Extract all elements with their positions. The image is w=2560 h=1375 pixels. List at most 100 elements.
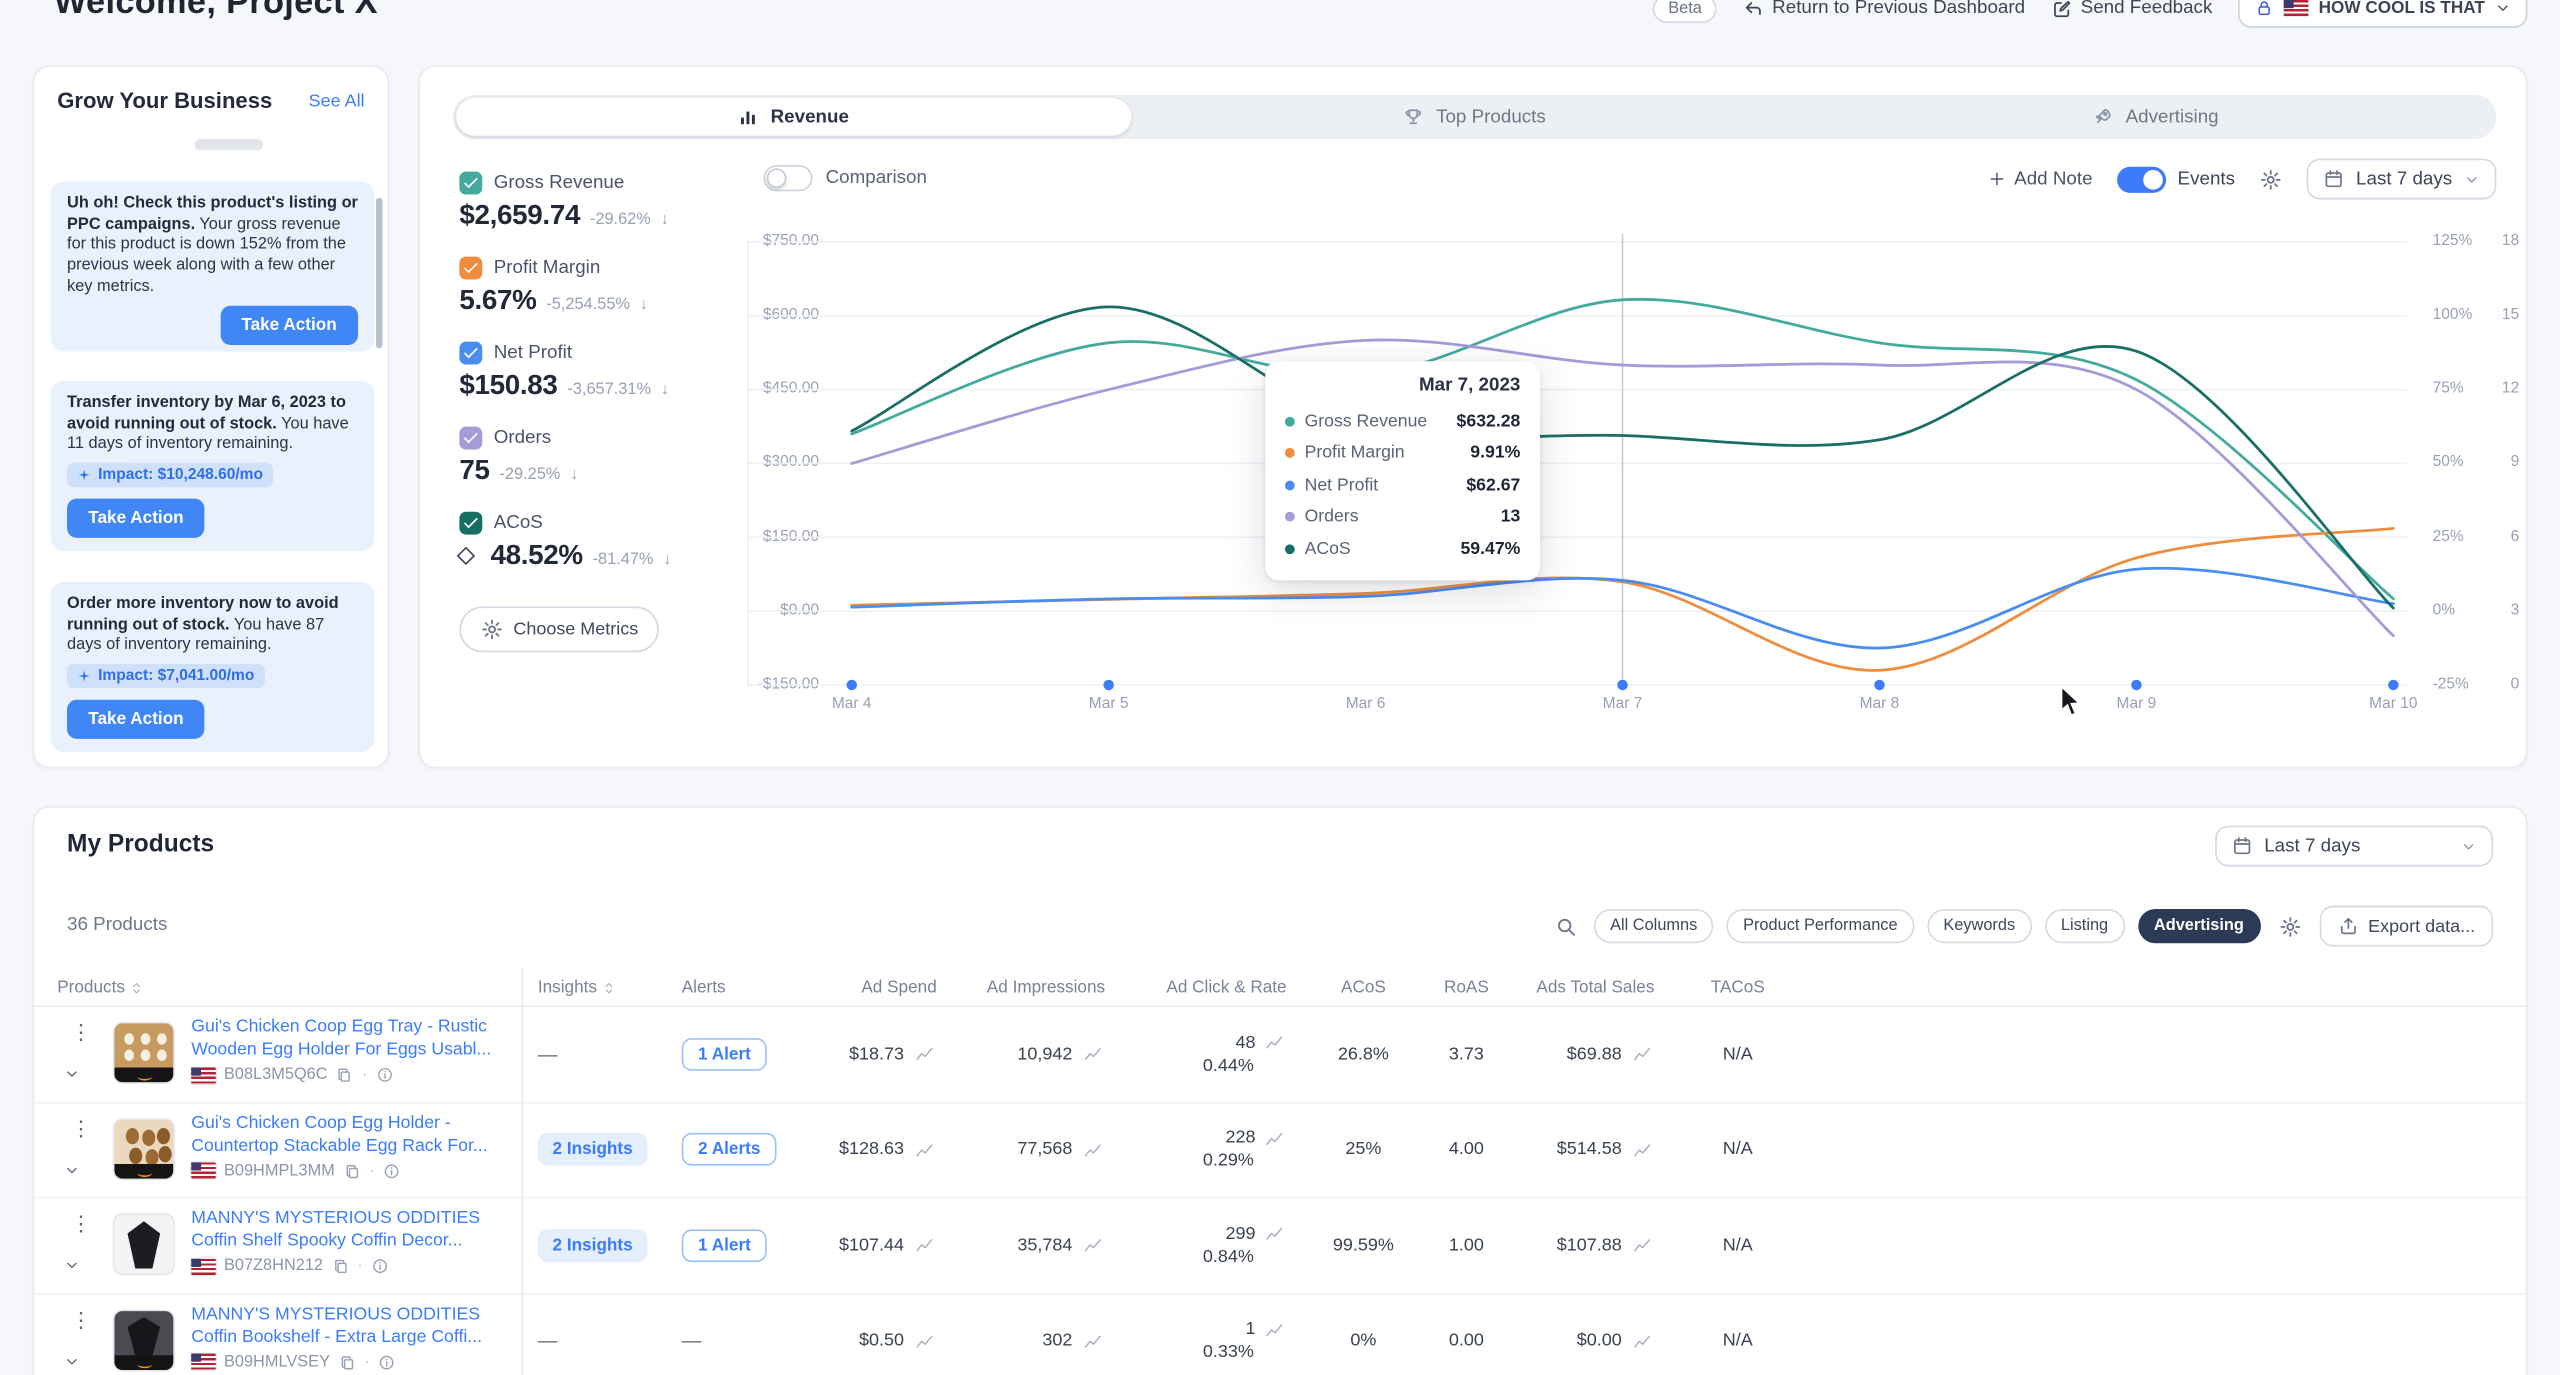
events-control: Events	[2117, 165, 2235, 193]
revenue-line-chart[interactable]	[747, 231, 2414, 708]
filter-chip-product-performance[interactable]: Product Performance	[1726, 908, 1914, 944]
send-feedback-button[interactable]: Send Feedback	[2051, 0, 2212, 19]
products-date-range-select[interactable]: Last 7 days	[2215, 825, 2494, 867]
tooltip-metric-label: Gross Revenue	[1304, 411, 1428, 432]
calendar-icon	[2232, 835, 2253, 856]
ad-click-rate-cell: 228 0.29%	[1123, 1103, 1286, 1197]
column-header-ad-impressions[interactable]: Ad Impressions	[942, 968, 1105, 1007]
product-row: ⋮ MANNY'S MYSTERIOUS ODDITIES Coffin Shelf…	[34, 1198, 2526, 1294]
copy-icon[interactable]	[343, 1162, 361, 1180]
take-action-button[interactable]: Take Action	[67, 498, 205, 538]
column-header-products[interactable]: Products	[57, 968, 144, 1007]
us-flag-icon	[191, 1257, 216, 1275]
product-name-link[interactable]: MANNY'S MYSTERIOUS ODDITIES Coffin Booksh…	[191, 1302, 526, 1349]
insights-badge[interactable]: 2 Insights	[537, 1228, 648, 1262]
recommendation-text: Transfer inventory by Mar 6, 2023 to avo…	[67, 394, 358, 456]
take-action-button[interactable]: Take Action	[220, 306, 359, 346]
trend-line-icon	[1262, 1129, 1287, 1147]
info-icon[interactable]	[376, 1066, 394, 1084]
copy-icon[interactable]	[338, 1353, 356, 1371]
copy-icon[interactable]	[331, 1257, 349, 1275]
column-label: TACoS	[1710, 977, 1765, 998]
chart-date-range-select[interactable]: Last 7 days	[2306, 158, 2497, 200]
row-menu-button[interactable]: ⋮	[70, 1022, 91, 1043]
product-name-link[interactable]: Gui's Chicken Coop Egg Tray - Rustic Wood…	[191, 1015, 526, 1062]
chart-settings-gear-icon[interactable]	[2260, 168, 2283, 191]
product-name-link[interactable]: MANNY'S MYSTERIOUS ODDITIES Coffin Shelf …	[191, 1206, 526, 1253]
tooltip-row: Gross Revenue $632.28	[1284, 405, 1520, 437]
info-icon[interactable]	[383, 1162, 401, 1180]
take-action-button[interactable]: Take Action	[67, 699, 205, 740]
grow-scrollbar[interactable]	[376, 197, 383, 349]
column-header-alerts[interactable]: Alerts	[682, 968, 726, 1007]
copy-icon[interactable]	[336, 1066, 354, 1084]
add-note-label: Add Note	[2014, 169, 2093, 189]
tooltip-metric-label: ACoS	[1304, 539, 1351, 559]
see-all-link[interactable]: See All	[309, 91, 365, 111]
tab-revenue[interactable]: Revenue	[456, 98, 1131, 136]
trend-line-icon	[1081, 1332, 1106, 1350]
metric-checkbox[interactable]	[459, 341, 483, 365]
column-header-tacos[interactable]: TACoS	[1689, 968, 1787, 1007]
metric-checkbox[interactable]	[459, 511, 483, 535]
alerts-badge[interactable]: 1 Alert	[681, 1228, 768, 1262]
chart-tabbar: Revenue Top Products Advertising	[452, 94, 2497, 139]
return-link-label: Return to Previous Dashboard	[1772, 0, 2026, 18]
filter-chip-listing[interactable]: Listing	[2044, 908, 2125, 944]
tab-label: Advertising	[2125, 107, 2219, 127]
filter-chip-all-columns[interactable]: All Columns	[1593, 908, 1714, 944]
info-icon[interactable]	[371, 1257, 389, 1275]
choose-metrics-button[interactable]: Choose Metrics	[459, 606, 660, 653]
expand-row-button[interactable]	[64, 1157, 80, 1186]
insights-badge[interactable]: 2 Insights	[537, 1133, 648, 1167]
tab-advertising[interactable]: Advertising	[1818, 98, 2493, 136]
tacos-cell: N/A	[1689, 1007, 1787, 1101]
column-header-insights[interactable]: Insights	[538, 968, 617, 1007]
locale-dropdown[interactable]: HOW COOL IS THAT	[2238, 0, 2528, 28]
comparison-toggle[interactable]	[763, 165, 813, 192]
metric-checkbox[interactable]	[459, 426, 483, 450]
gear-icon	[481, 618, 504, 641]
trophy-icon	[1403, 106, 1424, 127]
product-name-line2: Coffin Shelf Spooky Coffin Decor...	[191, 1231, 463, 1252]
column-header-ad-click-rate[interactable]: Ad Click & Rate	[1123, 968, 1286, 1007]
column-label: Ad Impressions	[986, 977, 1106, 998]
column-header-ad-spend[interactable]: Ad Spend	[773, 968, 936, 1007]
expand-row-button[interactable]	[64, 1061, 80, 1090]
row-menu-button[interactable]: ⋮	[70, 1213, 91, 1234]
info-icon[interactable]	[378, 1353, 396, 1371]
row-menu-button[interactable]: ⋮	[70, 1117, 91, 1138]
column-header-ads-total-sales[interactable]: Ads Total Sales	[1491, 968, 1654, 1007]
grow-header: Grow Your Business See All	[34, 67, 387, 123]
tooltip-date: Mar 7, 2023	[1418, 376, 1521, 396]
row-menu-button[interactable]: ⋮	[70, 1309, 91, 1330]
down-arrow-icon: ↓	[663, 550, 672, 569]
metric-checkbox[interactable]	[459, 171, 483, 195]
trend-line-icon	[912, 1141, 937, 1159]
tacos-cell: N/A	[1689, 1103, 1787, 1197]
table-settings-gear-icon[interactable]	[2278, 915, 2301, 938]
alerts-badge[interactable]: 1 Alert	[681, 1037, 768, 1071]
trend-line-icon	[1630, 1045, 1655, 1063]
alerts-badge[interactable]: 2 Alerts	[681, 1133, 777, 1167]
column-header-acos[interactable]: ACoS	[1314, 968, 1412, 1007]
tab-top-products[interactable]: Top Products	[1137, 98, 1812, 136]
tooltip-metric-label: Orders	[1304, 507, 1359, 527]
tooltip-metric-value: 59.47%	[1460, 539, 1521, 559]
metric-profit-margin: Profit Margin 5.67% -5,254.55% ↓	[459, 256, 747, 342]
filter-chip-keywords[interactable]: Keywords	[1926, 908, 2032, 944]
expand-row-button[interactable]	[64, 1348, 80, 1375]
search-icon[interactable]	[1554, 915, 1577, 938]
tab-label: Revenue	[770, 107, 849, 127]
export-data-button[interactable]: Export data...	[2319, 905, 2494, 947]
events-toggle[interactable]	[2117, 165, 2167, 193]
filter-chip-advertising[interactable]: Advertising	[2137, 908, 2261, 944]
expand-row-button[interactable]	[64, 1252, 80, 1281]
return-previous-dashboard-link[interactable]: Return to Previous Dashboard	[1743, 0, 2025, 19]
product-name-link[interactable]: Gui's Chicken Coop Egg Holder - Counterto…	[191, 1111, 526, 1158]
add-note-button[interactable]: Add Note	[1988, 169, 2093, 189]
metric-delta: -29.62%	[589, 210, 651, 229]
ads-total-sales-cell-value: $107.88	[1556, 1235, 1622, 1256]
column-label: Ad Spend	[861, 977, 937, 998]
metric-checkbox[interactable]	[459, 256, 483, 280]
